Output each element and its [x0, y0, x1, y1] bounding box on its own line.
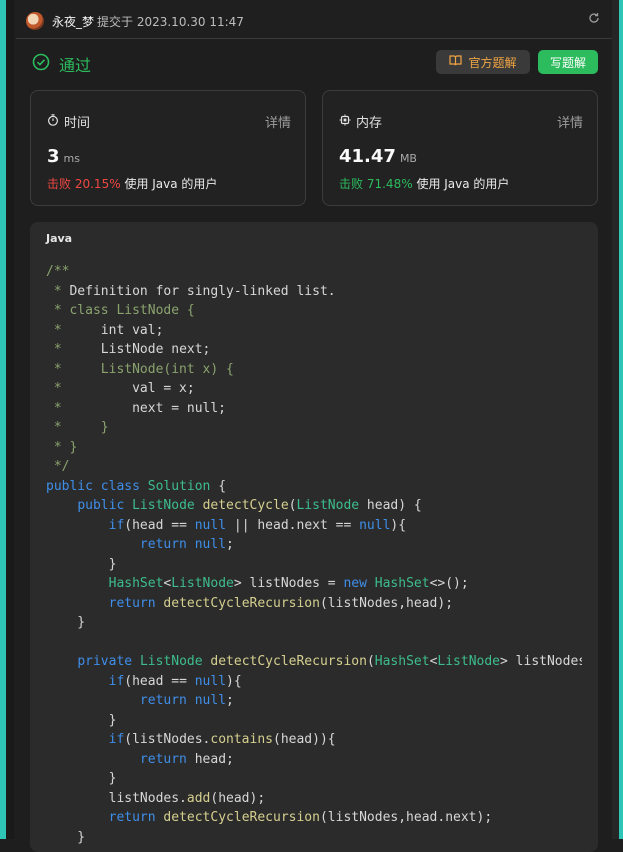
memory-title: 内存 — [339, 112, 382, 131]
submission-meta: 提交于 2023.10.30 11:47 — [97, 15, 244, 29]
code-line: private ListNode detectCycleRecursion(Ha… — [77, 654, 582, 669]
memory-card: 内存 详情 41.47 MB 击败 71.48% 使用 Java 的用户 — [322, 90, 598, 206]
memory-beat: 击败 71.48% 使用 Java 的用户 — [339, 175, 509, 192]
runtime-value-row: 3 ms — [47, 146, 80, 167]
memory-beat-percent: 71.48% — [366, 177, 413, 191]
memory-beat-suffix: 使用 Java 的用户 — [416, 177, 510, 191]
code-line: if(head == null){ — [108, 673, 242, 689]
book-icon — [449, 55, 463, 69]
write-solution-button[interactable]: 写题解 — [538, 50, 598, 74]
runtime-beat: 击败 20.15% 使用 Java 的用户 — [47, 175, 217, 192]
runtime-beat-suffix: 使用 Java 的用户 — [124, 177, 218, 191]
result-status: 通过 — [32, 52, 91, 76]
code-line: public ListNode detectCycle(ListNode hea… — [77, 498, 422, 513]
code-line: listNodes.add(head); — [46, 790, 266, 806]
code-line: return detectCycleRecursion(listNodes,he… — [108, 595, 454, 611]
status-label: 通过 — [59, 56, 92, 75]
official-solution-button[interactable]: 官方题解 — [436, 50, 530, 74]
submission-header: 永夜_梦 提交于 2023.10.30 11:47 — [16, 0, 612, 39]
code-line: ​ — [46, 633, 582, 653]
memory-value-row: 41.47 MB — [339, 146, 417, 167]
source-code[interactable]: /** * Definition for singly-linked list.… — [46, 262, 582, 847]
code-line: * ListNode(int x) { — [46, 361, 234, 377]
stopwatch-icon — [47, 113, 59, 130]
refresh-icon[interactable] — [588, 12, 602, 26]
code-line: * val = x; — [46, 381, 195, 396]
runtime-title: 时间 — [47, 112, 90, 131]
code-line: * next = null; — [46, 400, 227, 416]
code-line: if(listNodes.contains(head)){ — [108, 732, 336, 747]
right-scrollbar[interactable] — [612, 0, 623, 839]
runtime-beat-percent: 20.15% — [74, 177, 121, 191]
code-line: return head; — [139, 751, 234, 767]
code-line: return null; — [139, 693, 234, 708]
submission-author: 永夜_梦 提交于 2023.10.30 11:47 — [52, 13, 244, 30]
code-line: HashSet<ListNode> listNodes = new HashSe… — [108, 576, 469, 591]
chip-icon — [339, 114, 351, 130]
code-line: if(head == null || head.next == null){ — [108, 517, 407, 533]
code-line: * } — [46, 439, 78, 455]
code-line: * Definition for singly-linked list. — [46, 283, 336, 299]
code-line: } — [46, 771, 117, 786]
check-circle-icon — [32, 53, 50, 75]
code-line: } — [46, 712, 117, 728]
code-panel: Java /** * Definition for singly-linked … — [30, 222, 598, 852]
memory-beat-prefix: 击败 — [339, 177, 364, 191]
runtime-value: 3 — [47, 146, 60, 167]
left-window-edge — [0, 0, 14, 839]
code-line: return detectCycleRecursion(listNodes,he… — [108, 810, 493, 825]
memory-value: 41.47 — [339, 146, 396, 167]
runtime-unit: ms — [63, 152, 80, 165]
code-line: } — [46, 556, 117, 572]
code-line: * ListNode next; — [46, 342, 211, 357]
memory-unit: MB — [399, 152, 417, 165]
code-line: */ — [46, 459, 70, 474]
code-line: return null; — [139, 537, 234, 552]
runtime-label: 时间 — [64, 116, 91, 131]
code-line: * class ListNode { — [46, 303, 195, 318]
official-solution-label: 官方题解 — [468, 55, 517, 70]
runtime-details-link[interactable]: 详情 — [265, 112, 291, 131]
code-line: public class Solution { — [46, 478, 227, 494]
avatar[interactable] — [26, 12, 44, 30]
code-line: * } — [46, 420, 109, 435]
code-line: } — [46, 829, 86, 845]
code-line: /** — [46, 264, 70, 279]
runtime-card: 时间 详情 3 ms 击败 20.15% 使用 Java 的用户 — [30, 90, 306, 206]
code-line: * int val; — [46, 322, 164, 338]
runtime-beat-prefix: 击败 — [47, 177, 72, 191]
code-language: Java — [46, 232, 73, 245]
memory-details-link[interactable]: 详情 — [557, 112, 583, 131]
code-line: } — [46, 615, 86, 630]
author-name[interactable]: 永夜_梦 — [52, 15, 94, 29]
memory-label: 内存 — [356, 116, 383, 131]
